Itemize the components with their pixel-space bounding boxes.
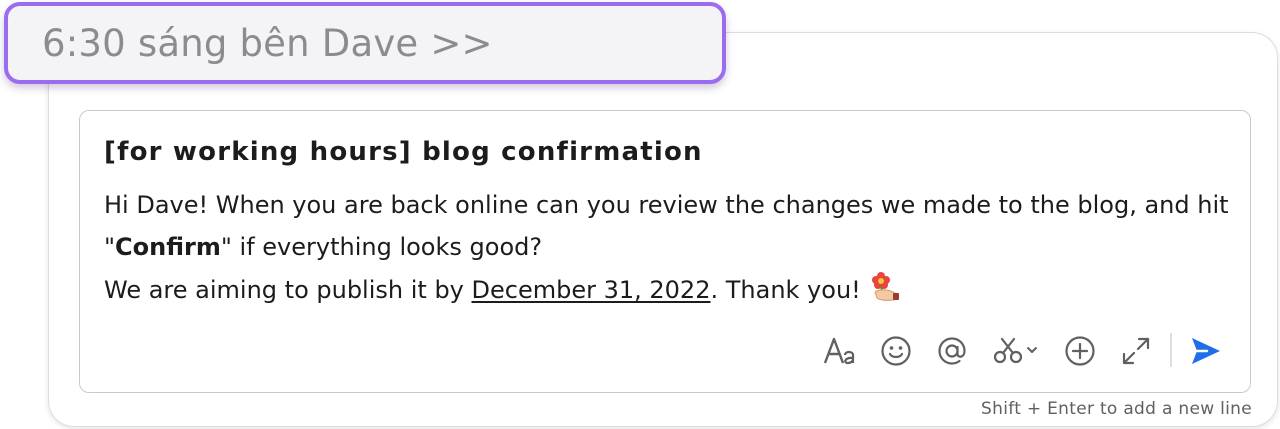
emoji-icon[interactable] [876,329,916,373]
new-line-hint: Shift + Enter to add a new line [981,399,1252,419]
message-composer[interactable]: [for working hours] blog confirmation Hi… [79,110,1251,393]
confirm-bold-text: Confirm [115,232,221,261]
message-line-2: "Confirm" if everything looks good? [104,227,1224,269]
message-line-3-prefix: We are aiming to publish it by [104,276,472,304]
scheduled-time-label[interactable]: 6:30 sáng bên Dave >> [4,2,726,84]
expand-icon[interactable] [1116,329,1156,373]
open-quote: " [104,232,116,261]
message-line-2-rest: " if everything looks good? [220,232,543,261]
message-line-3: We are aiming to publish it by December … [104,268,1224,312]
message-body[interactable]: Hi Dave! When you are back online can yo… [104,185,1229,312]
publish-date: December 31, 2022 [471,276,711,304]
scheduled-time-text: 6:30 sáng bên Dave >> [42,21,493,65]
composer-toolbar [820,329,1230,373]
toolbar-divider [1170,333,1172,367]
message-line-1: Hi Dave! When you are back online can yo… [104,191,1229,219]
attach-add-icon[interactable] [1060,329,1100,373]
message-title: [for working hours] blog confirmation [104,137,703,167]
message-line-3-suffix: . Thank you! [710,276,861,304]
format-text-icon[interactable] [820,329,860,373]
shortcuts-icon[interactable] [988,329,1044,373]
send-icon[interactable] [1186,329,1226,373]
mention-icon[interactable] [932,329,972,373]
flower-hands-emoji-icon [867,268,903,304]
